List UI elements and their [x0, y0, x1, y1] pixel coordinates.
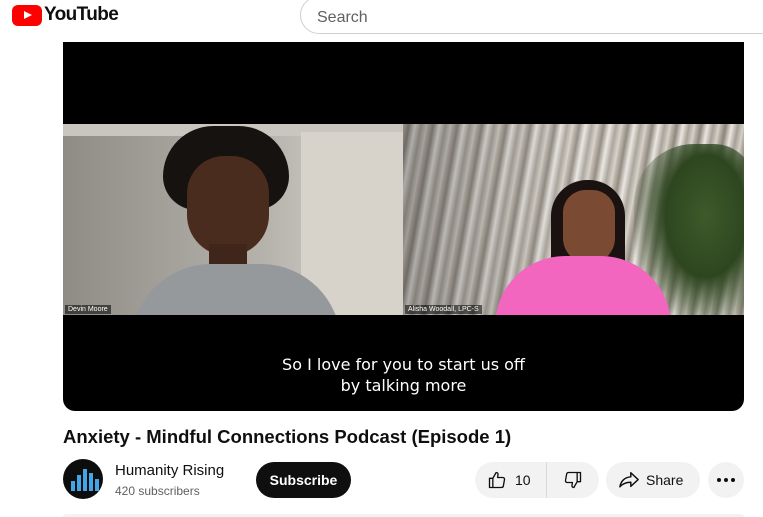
like-dislike-group: 10	[475, 462, 599, 498]
share-arrow-icon	[618, 470, 640, 490]
participant-pane-right: Alisha Woodall, LPC-S	[403, 124, 744, 315]
search-box[interactable]	[300, 0, 763, 34]
video-captions: So I love for you to start us off by tal…	[63, 354, 744, 396]
like-count: 10	[515, 472, 531, 488]
participant-name-right: Alisha Woodall, LPC-S	[405, 305, 482, 314]
video-player[interactable]: Devin Moore Alisha Woodall, LPC-S So I l…	[63, 42, 744, 411]
dislike-button[interactable]	[547, 462, 599, 498]
channel-logo-icon	[71, 469, 99, 491]
youtube-logo-icon	[12, 4, 42, 26]
video-title: Anxiety - Mindful Connections Podcast (E…	[63, 426, 512, 447]
video-frame: Devin Moore Alisha Woodall, LPC-S	[63, 124, 744, 315]
logo-text: YouTube	[44, 4, 119, 25]
more-actions-button[interactable]	[708, 462, 744, 498]
channel-name[interactable]: Humanity Rising	[115, 462, 224, 479]
caption-line: So I love for you to start us off	[282, 355, 525, 374]
share-button[interactable]: Share	[606, 462, 700, 498]
share-label: Share	[646, 472, 684, 488]
caption-line: by talking more	[340, 376, 467, 395]
channel-avatar[interactable]	[63, 459, 103, 499]
participant-pane-left: Devin Moore	[63, 124, 403, 315]
subscriber-count: 420 subscribers	[115, 484, 200, 498]
more-dots-icon	[716, 477, 736, 483]
search-input[interactable]	[317, 9, 717, 27]
subscribe-button[interactable]: Subscribe	[256, 462, 351, 498]
youtube-logo[interactable]: YouTube	[12, 4, 119, 26]
thumbs-down-icon	[563, 470, 583, 490]
like-button[interactable]: 10	[475, 462, 547, 498]
participant-name-left: Devin Moore	[65, 305, 111, 314]
thumbs-up-icon	[487, 470, 507, 490]
